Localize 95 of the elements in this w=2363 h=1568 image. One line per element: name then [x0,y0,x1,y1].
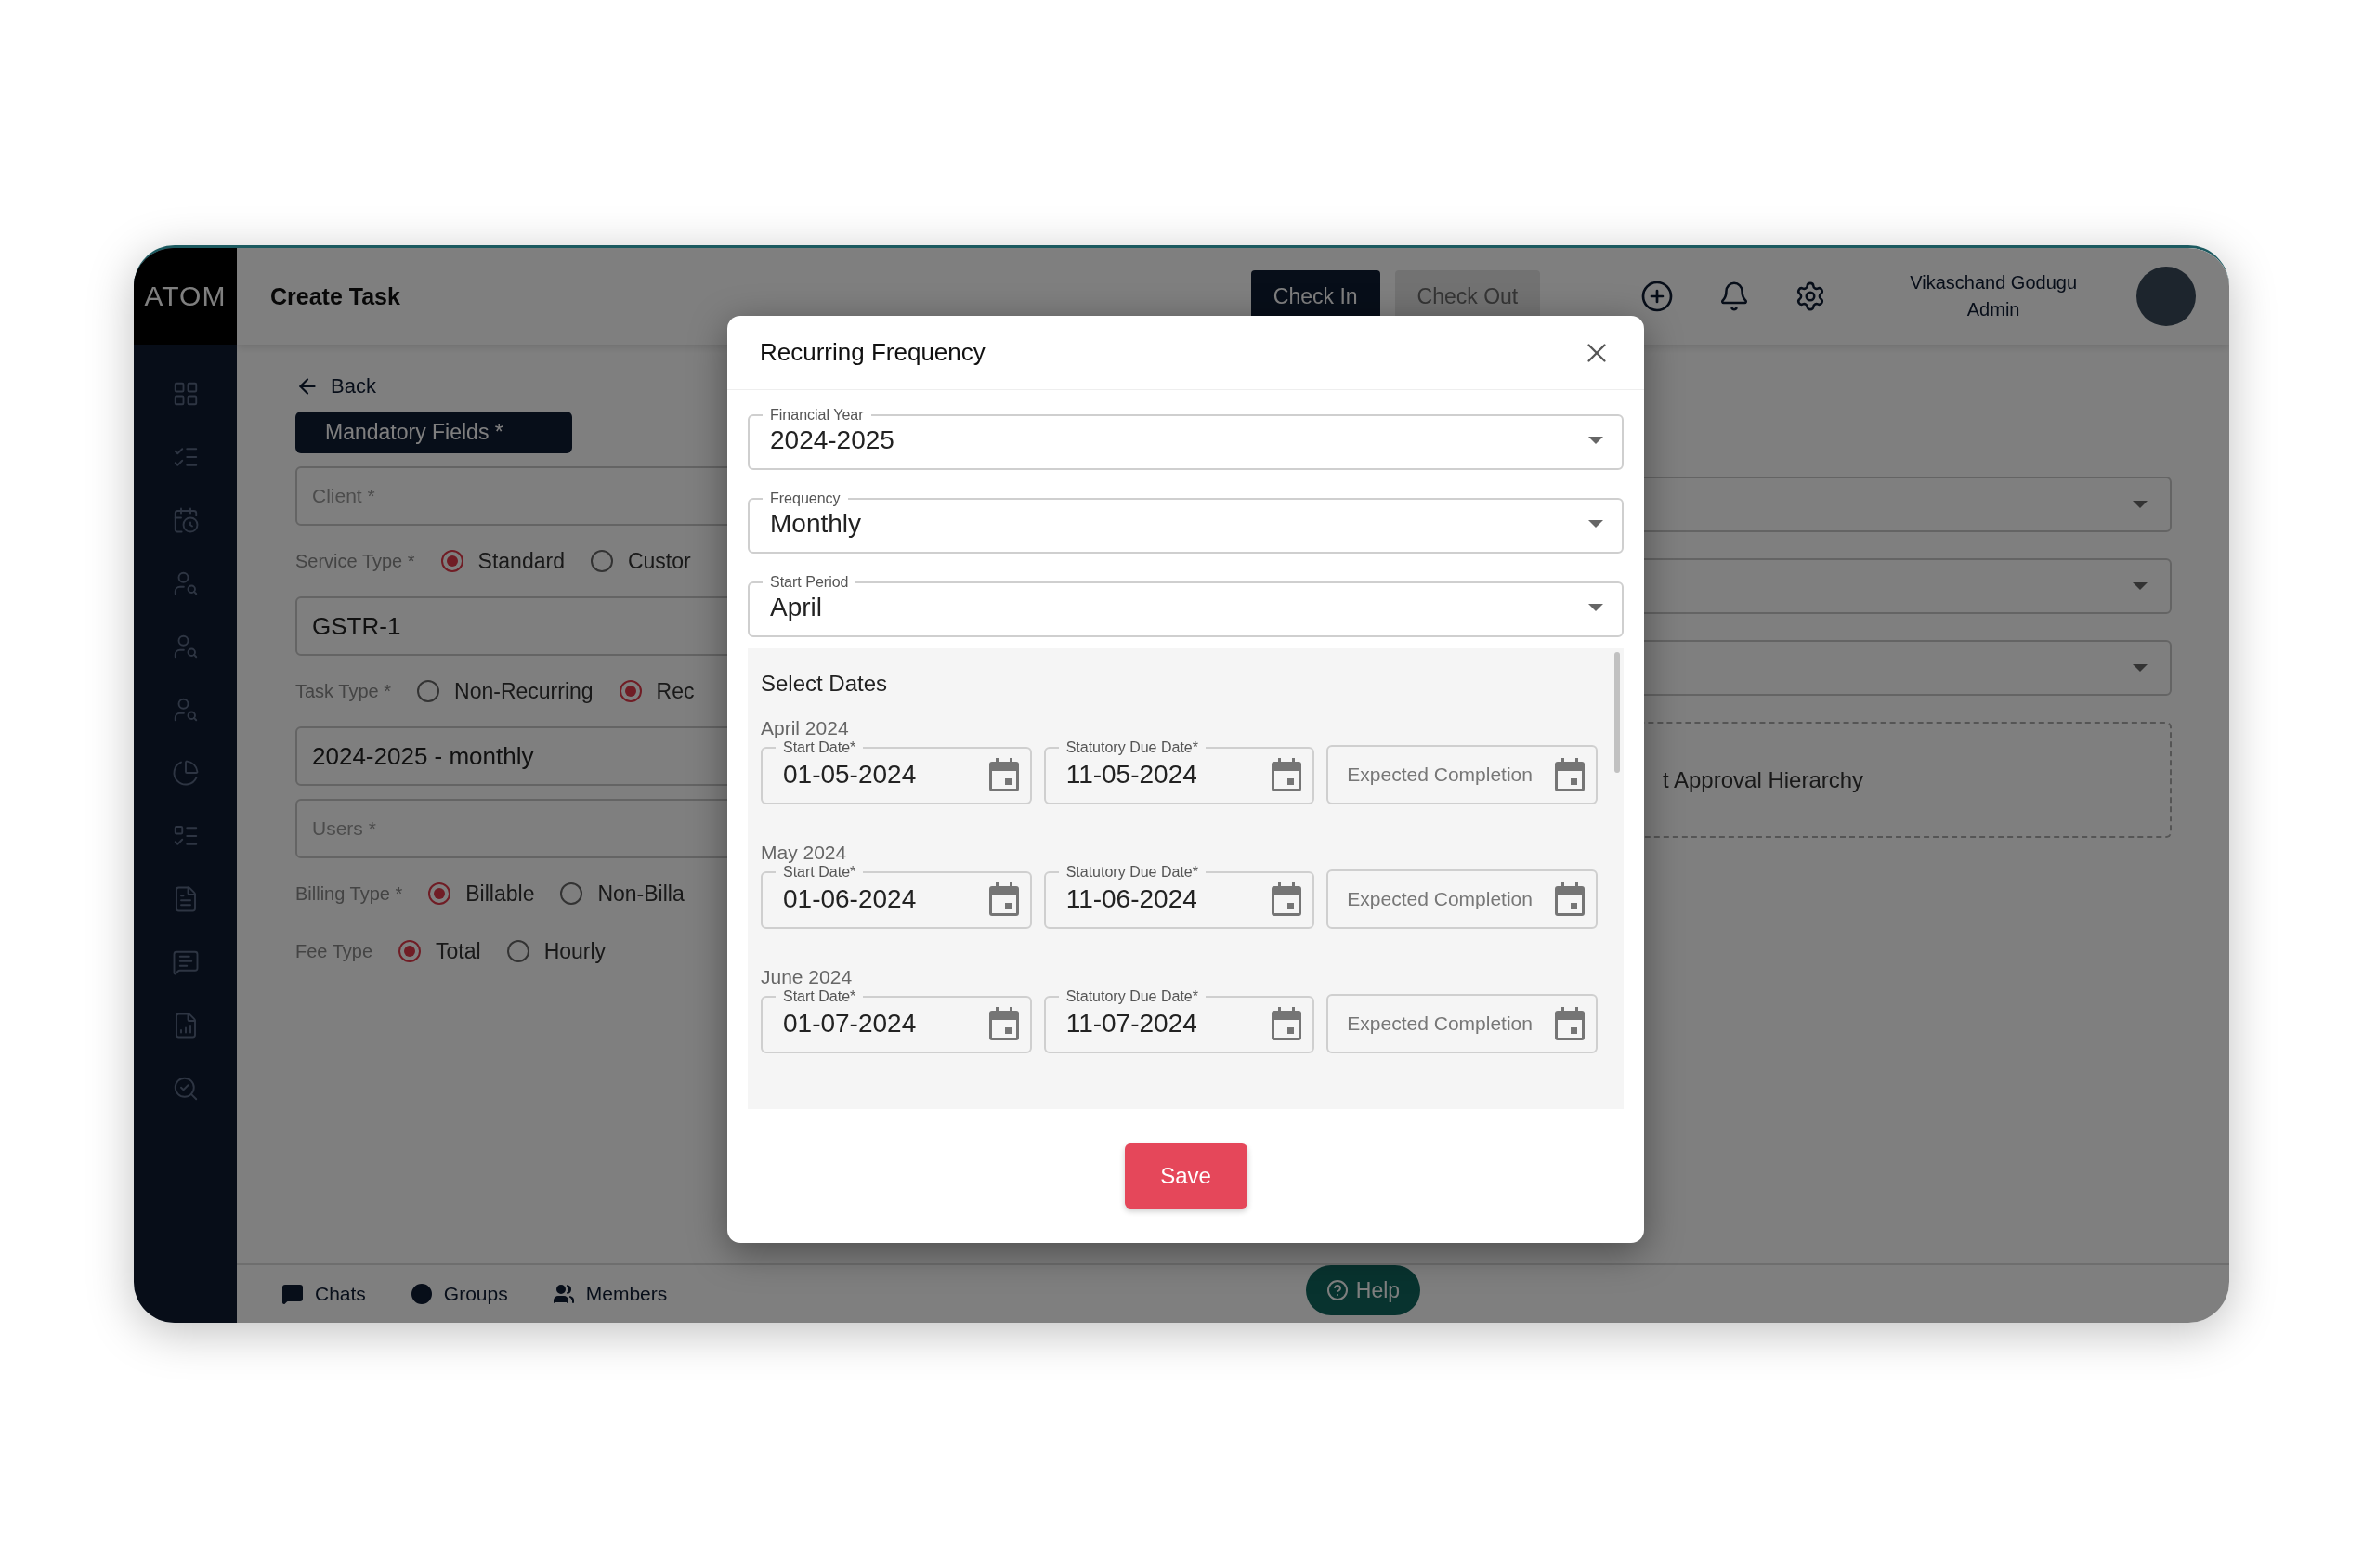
radio-button[interactable] [440,550,463,572]
radio-button[interactable] [619,680,642,702]
calendar-icon[interactable] [1555,1007,1585,1040]
dropdown-caret-icon [2133,501,2148,508]
radio-group-label: Task Type * [295,680,392,702]
bottom-tab[interactable]: Groups [410,1283,508,1305]
field-placeholder: Expected Completion [1347,764,1533,786]
select-field[interactable]: Financial Year 2024-2025 [748,407,1624,470]
mandatory-fields-button[interactable]: Mandatory Fields * [295,412,572,453]
field-label: Start Date* [782,739,857,756]
month-label: April 2024 [761,717,850,739]
date-field[interactable]: Start Date* 01-05-2024 [761,739,1032,804]
field-label: Start Date* [782,864,857,881]
bottom-tab[interactable]: Members [552,1283,668,1305]
calendar-icon[interactable] [1272,758,1302,791]
field-label: Statutory Due Date* [1064,739,1199,756]
date-field[interactable]: Expected Completion [1326,869,1598,929]
radio-label: Standard [477,548,565,574]
radio-label: Non-Billa [597,881,685,907]
tab-label: Groups [443,1283,508,1305]
dropdown-caret-icon [2133,664,2148,672]
date-field[interactable]: Statutory Due Date* 11-06-2024 [1043,864,1315,929]
user-role: Admin [1966,299,2020,320]
calendar-icon[interactable] [1272,1007,1302,1040]
radio-group-label: Service Type * [295,550,415,572]
radio-label: Total [436,938,481,964]
logo: ATOM [134,248,237,345]
field-placeholder: Expected Completion [1347,1013,1533,1035]
radio-button[interactable] [590,550,613,572]
calendar-icon[interactable] [988,1007,1019,1040]
selected-value: April [770,593,822,622]
date-field[interactable]: Expected Completion [1326,994,1598,1053]
selected-value: Monthly [770,509,862,539]
field-label: Financial Year [769,407,865,424]
radio-group-label: Fee Type [295,940,373,962]
field-placeholder: Expected Completion [1347,888,1533,910]
field-value: GSTR-1 [312,611,401,641]
radio-label: Billable [465,881,535,907]
calendar-icon[interactable] [1272,882,1302,916]
dropdown-caret-icon [1588,437,1603,444]
month-label: June 2024 [761,966,854,988]
radio-button[interactable] [506,940,529,962]
field-label: Start Period [769,574,850,591]
select-field[interactable]: Frequency Monthly [748,490,1624,554]
section-title: Select Dates [761,671,889,697]
date-field[interactable]: Start Date* 01-07-2024 [761,988,1032,1053]
members-icon [552,1283,575,1305]
dashed-area-label: t Approval Hierarchy [1663,766,1864,793]
bottom-tab[interactable]: Chats [281,1283,366,1305]
date-field[interactable]: Expected Completion [1326,745,1598,804]
radio-label: Hourly [543,938,607,964]
save-button[interactable]: Save [1124,1143,1247,1209]
tab-label: Chats [315,1283,366,1305]
dropdown-caret-icon [1588,604,1603,611]
date-value: 01-06-2024 [783,884,917,914]
radio-button[interactable] [560,882,583,905]
dropdown-caret-icon [1588,520,1603,528]
user-name: Vikaschand Godugu [1910,272,2077,294]
radio-label: Non-Recurring [454,678,594,704]
radio-button[interactable] [417,680,440,702]
date-value: 11-06-2024 [1065,884,1197,914]
month-label: May 2024 [761,842,848,864]
calendar-icon[interactable] [988,882,1019,916]
date-field[interactable]: Start Date* 01-06-2024 [761,864,1032,929]
field-value: 2024-2025 - monthly [312,741,534,771]
calendar-icon[interactable] [1555,758,1585,791]
date-field[interactable]: Statutory Due Date* 11-07-2024 [1043,988,1315,1053]
page-title: Create Task [270,282,401,310]
radio-group-label: Billing Type * [295,882,403,905]
help-button[interactable]: Help [1306,1265,1420,1315]
radio-button[interactable] [428,882,451,905]
date-value: 01-07-2024 [783,1009,917,1039]
date-value: 01-05-2024 [783,760,917,790]
scrollbar-thumb[interactable] [1614,652,1620,773]
dialog-title: Recurring Frequency [760,338,986,367]
select-field[interactable]: Start Period April [748,574,1624,637]
help-icon [1325,1279,1349,1301]
radio-label: Rec [656,678,695,704]
field-label: Statutory Due Date* [1064,988,1199,1005]
calendar-icon[interactable] [1555,882,1585,916]
field-label: Frequency [769,490,842,507]
radio-label: Custor [627,548,691,574]
calendar-icon[interactable] [988,758,1019,791]
radio-button[interactable] [398,940,422,962]
date-field[interactable]: Statutory Due Date* 11-05-2024 [1043,739,1315,804]
tab-label: Members [585,1283,668,1305]
dropdown-caret-icon [2133,582,2148,590]
selected-value: 2024-2025 [770,425,894,455]
back-link[interactable]: Back [295,374,1215,399]
field-label: Statutory Due Date* [1064,864,1199,881]
field-label: Start Date* [782,988,857,1005]
date-value: 11-07-2024 [1065,1009,1197,1039]
chat-icon [281,1283,304,1305]
date-value: 11-05-2024 [1065,760,1197,790]
add-icon[interactable] [1640,280,1675,313]
